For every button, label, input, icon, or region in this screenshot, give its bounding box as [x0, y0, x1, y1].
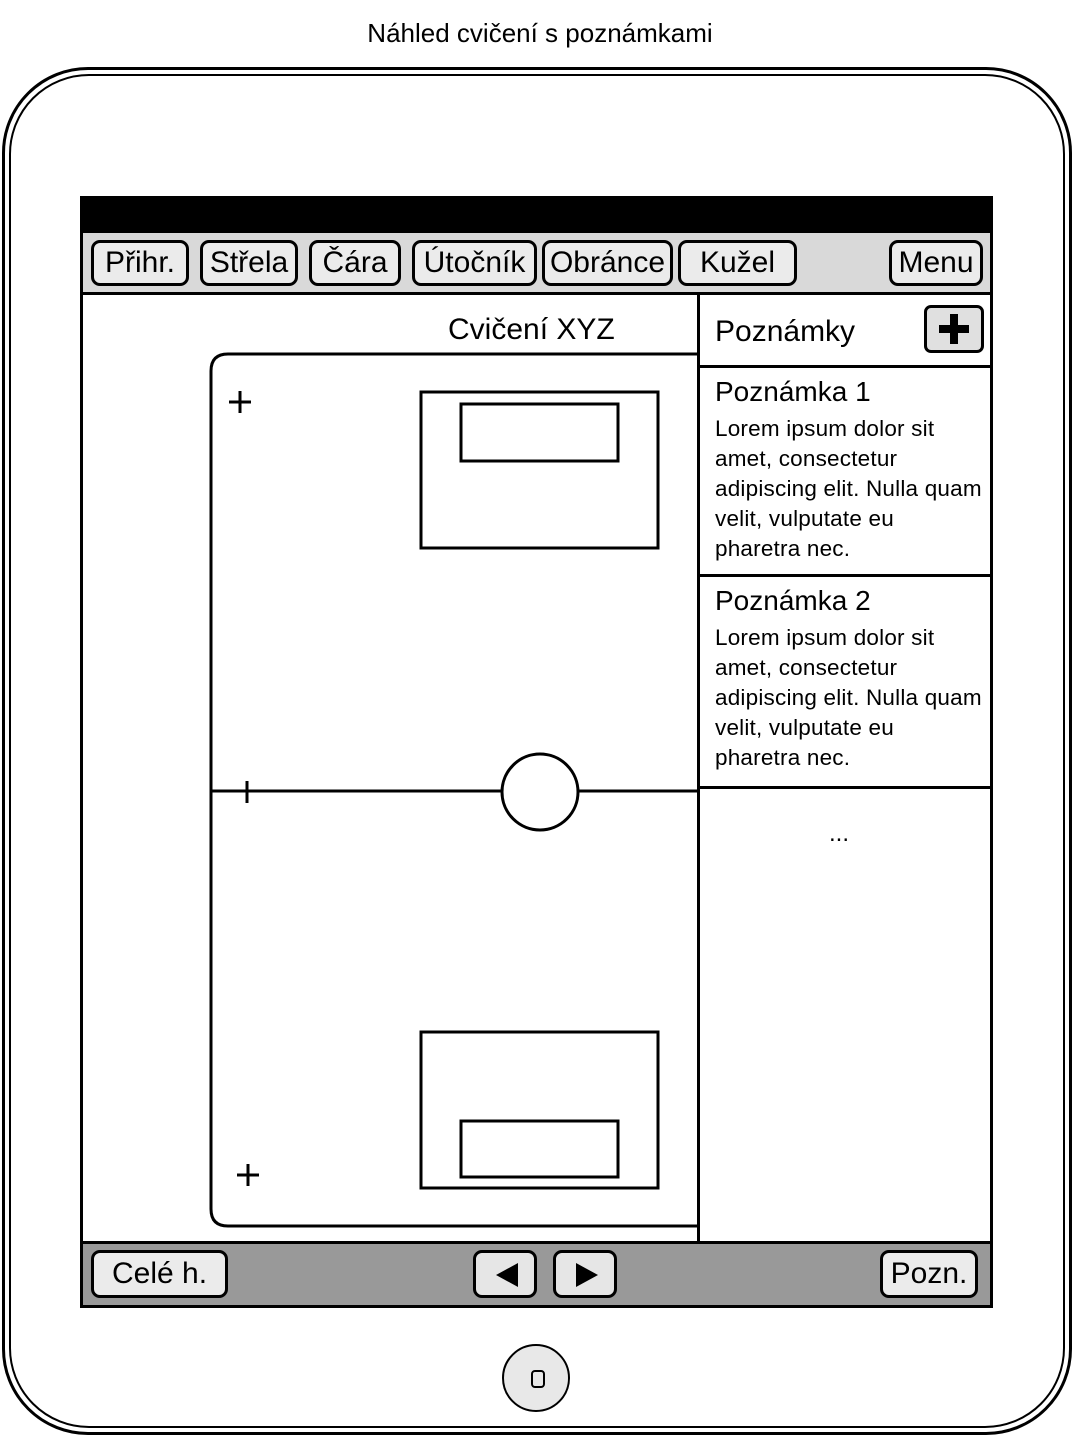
- tool-cone-button[interactable]: Kužel: [678, 240, 797, 286]
- tool-pass-button[interactable]: Přihr.: [91, 240, 189, 286]
- top-penalty-box: [419, 390, 660, 550]
- pitch-center-circle: [500, 752, 580, 832]
- tool-line-button[interactable]: Čára: [309, 240, 401, 286]
- top-goal-box: [459, 402, 620, 463]
- drill-canvas[interactable]: Cvičení XYZ: [83, 295, 697, 1241]
- plus-icon: [939, 314, 969, 344]
- bottom-goal-box: [459, 1119, 620, 1179]
- fullscreen-button[interactable]: Celé h.: [91, 1250, 228, 1298]
- page-caption: Náhled cvičení s poznámkami: [367, 18, 713, 48]
- note-title: Poznámka 1: [715, 376, 871, 407]
- tool-attacker-button[interactable]: Útočník: [412, 240, 537, 286]
- tool-shot-button[interactable]: Střela: [200, 240, 298, 286]
- note-body: Lorem ipsum dolor sit amet, consectetur …: [715, 416, 982, 561]
- notes-header: Poznámky: [700, 295, 990, 368]
- next-button[interactable]: [553, 1250, 617, 1298]
- bottom-bar: Celé h. Pozn.: [83, 1241, 990, 1305]
- add-note-button[interactable]: [924, 305, 984, 353]
- note-item[interactable]: Poznámka 2 Lorem ipsum dolor sit amet, c…: [700, 577, 990, 789]
- notes-panel: Poznámky Poznámka 1 Lorem ipsum dolor si…: [697, 295, 990, 1241]
- note-body: Lorem ipsum dolor sit amet, consectetur …: [715, 625, 982, 770]
- bottom-penalty-box: [419, 1030, 660, 1190]
- notes-more-indicator: ...: [828, 820, 849, 847]
- tool-defender-button[interactable]: Obránce: [542, 240, 673, 286]
- menu-button[interactable]: Menu: [889, 240, 983, 286]
- notes-toggle-button[interactable]: Pozn.: [880, 1250, 978, 1298]
- triangle-left-icon: [496, 1263, 518, 1287]
- pitch-diagram: [209, 352, 697, 1228]
- notes-title: Poznámky: [715, 315, 856, 348]
- note-title: Poznámka 2: [715, 585, 871, 616]
- triangle-right-icon: [576, 1263, 598, 1287]
- home-button[interactable]: [502, 1344, 570, 1412]
- status-bar: [83, 199, 990, 233]
- toolbar: Přihr. Střela Čára Útočník Obránce Kužel…: [83, 233, 990, 295]
- home-square-icon: [531, 1370, 545, 1388]
- previous-button[interactable]: [473, 1250, 537, 1298]
- note-item[interactable]: Poznámka 1 Lorem ipsum dolor sit amet, c…: [700, 368, 990, 577]
- app-screen: Přihr. Střela Čára Útočník Obránce Kužel…: [80, 196, 993, 1308]
